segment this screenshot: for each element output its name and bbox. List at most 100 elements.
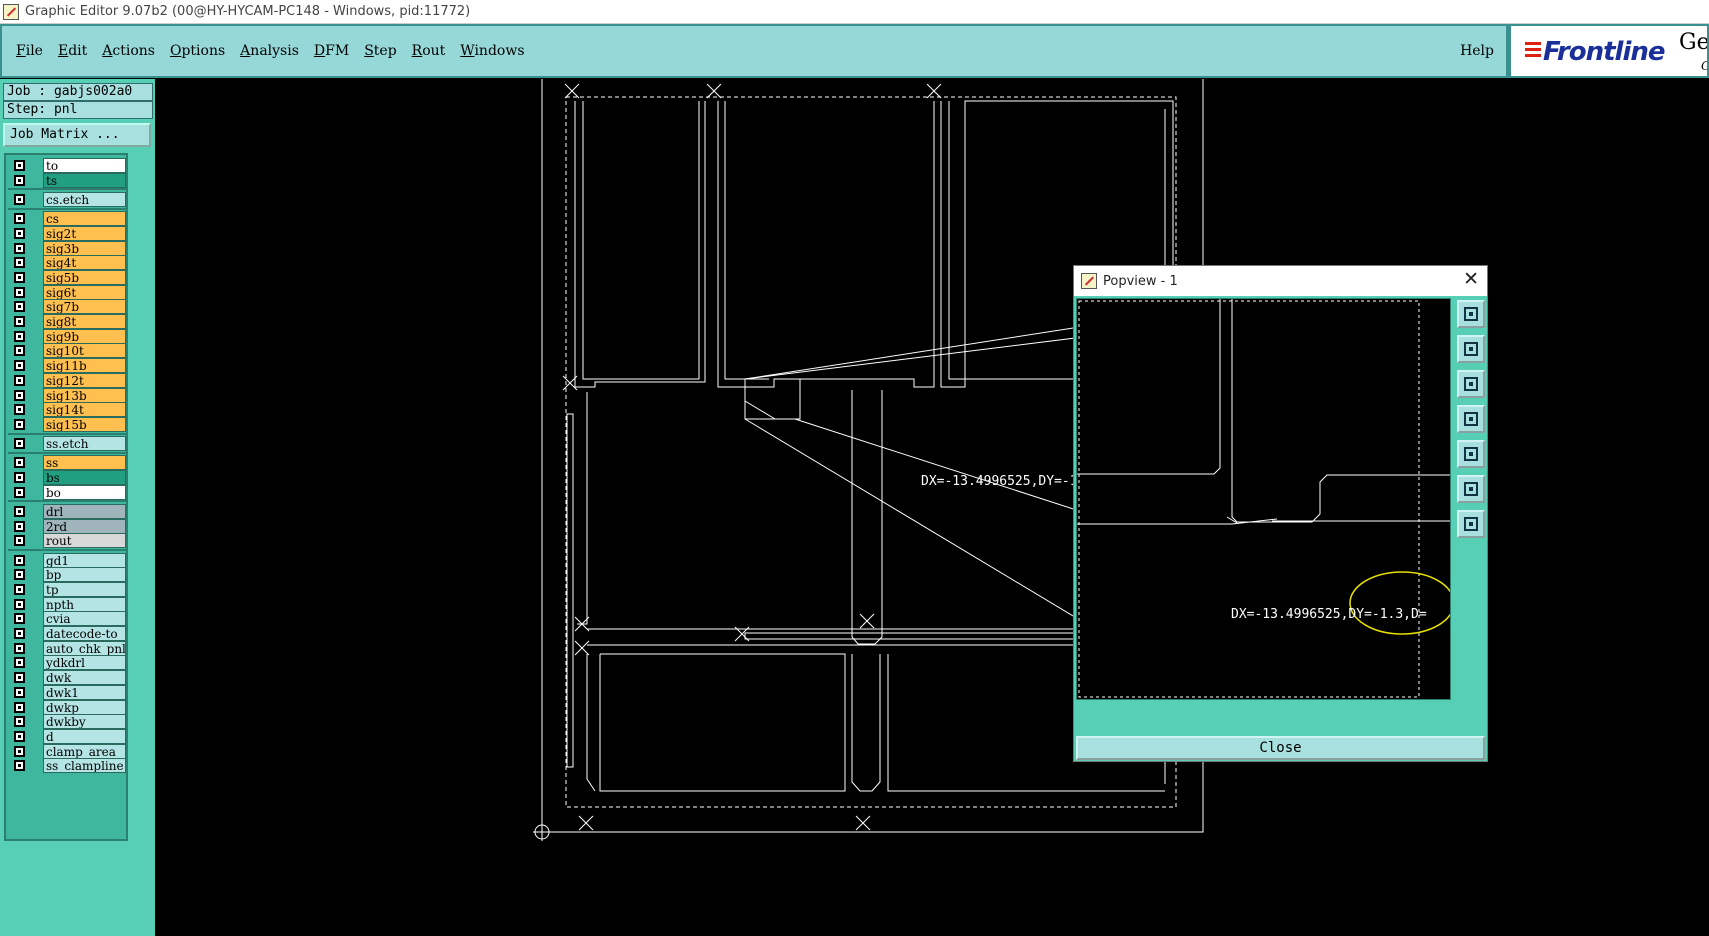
layer-checkbox[interactable] <box>14 760 25 772</box>
pan-down-button[interactable] <box>1457 370 1485 398</box>
layer-name[interactable]: sig7b <box>43 299 126 315</box>
menu-step[interactable]: Step <box>364 43 396 59</box>
layer-checkbox[interactable] <box>14 730 25 742</box>
layer-checkbox[interactable] <box>14 701 25 713</box>
layer-name[interactable]: sig3b <box>43 240 126 256</box>
layer-row-ydkdrl[interactable]: ydkdrl <box>8 655 126 671</box>
layer-checkbox[interactable] <box>14 193 25 205</box>
menu-windows[interactable]: Windows <box>460 43 524 59</box>
layer-row-clamp_area[interactable]: clamp_area <box>8 743 126 759</box>
menu-dfm[interactable]: DFM <box>314 43 349 59</box>
layer-checkbox[interactable] <box>14 271 25 283</box>
close-icon[interactable]: ✕ <box>1463 268 1479 290</box>
layer-name[interactable]: sig9b <box>43 328 126 344</box>
layer-name[interactable]: cvia <box>43 611 126 627</box>
layer-checkbox[interactable] <box>14 213 25 225</box>
layer-row-auto_chk_pnl[interactable]: auto_chk_pnl <box>8 640 126 656</box>
layer-name[interactable]: auto_chk_pnl <box>43 640 126 656</box>
layer-row-2rd[interactable]: 2rd <box>8 518 126 534</box>
menu-file[interactable]: File <box>16 43 43 59</box>
layer-name[interactable]: rout <box>43 533 126 549</box>
layer-checkbox[interactable] <box>14 457 25 469</box>
layer-checkbox[interactable] <box>14 745 25 757</box>
popview-canvas[interactable]: DX=-13.4996525,DY=-1.3,D= <box>1076 298 1451 700</box>
menu-edit[interactable]: Edit <box>58 43 87 59</box>
pan-right-button[interactable] <box>1457 440 1485 468</box>
layer-row-sig5b[interactable]: sig5b <box>8 269 126 285</box>
layer-row-tp[interactable]: tp <box>8 581 126 597</box>
layer-checkbox[interactable] <box>14 486 25 498</box>
popview-close-button[interactable]: Close <box>1076 736 1485 760</box>
layer-name[interactable]: tp <box>43 581 126 597</box>
layer-row-bs[interactable]: bs <box>8 470 126 485</box>
layer-row-npth[interactable]: npth <box>8 596 126 612</box>
layer-name[interactable]: sig6t <box>43 284 126 300</box>
layer-row-to[interactable]: to <box>8 158 126 173</box>
layer-checkbox[interactable] <box>14 301 25 313</box>
layer-checkbox[interactable] <box>14 316 25 327</box>
pan-up-button[interactable] <box>1457 335 1485 363</box>
layer-name[interactable]: dwk1 <box>43 684 126 700</box>
layer-checkbox[interactable] <box>14 257 25 269</box>
layer-row-sig10t[interactable]: sig10t <box>8 343 126 359</box>
layer-name[interactable]: sig11b <box>43 358 126 374</box>
layer-name[interactable]: to <box>43 158 126 173</box>
layer-checkbox[interactable] <box>14 360 25 372</box>
layer-row-sig4t[interactable]: sig4t <box>8 255 126 271</box>
layer-name[interactable]: ss <box>43 455 126 471</box>
layer-checkbox[interactable] <box>14 686 25 698</box>
layer-row-datecode-to[interactable]: datecode-to <box>8 626 126 641</box>
layer-name[interactable]: sig15b <box>43 416 126 432</box>
layer-row-sig13b[interactable]: sig13b <box>8 387 126 403</box>
layer-name[interactable]: bs <box>43 470 126 485</box>
layer-checkbox[interactable] <box>14 330 25 342</box>
layer-name[interactable]: ts <box>43 172 126 188</box>
layer-checkbox[interactable] <box>14 242 25 254</box>
layer-name[interactable]: bp <box>43 567 126 583</box>
layer-name[interactable]: clamp_area <box>43 743 126 759</box>
layer-name[interactable]: ss_clampline <box>43 758 126 774</box>
layer-name[interactable]: ss.etch <box>43 436 126 452</box>
layer-checkbox[interactable] <box>14 438 25 450</box>
layer-name[interactable]: d <box>43 728 126 744</box>
menu-analysis[interactable]: Analysis <box>240 43 299 59</box>
layer-checkbox[interactable] <box>14 554 25 566</box>
layer-name[interactable]: datecode-to <box>43 626 126 641</box>
layer-checkbox[interactable] <box>14 569 25 581</box>
menu-options[interactable]: Options <box>170 43 225 59</box>
layer-checkbox[interactable] <box>14 418 25 430</box>
layer-checkbox[interactable] <box>14 598 25 610</box>
zoom-out-button[interactable] <box>1457 475 1485 503</box>
layer-name[interactable]: sig2t <box>43 225 126 241</box>
layer-row-sig6t[interactable]: sig6t <box>8 284 126 300</box>
layer-row-ss_clampline[interactable]: ss_clampline <box>8 758 126 774</box>
layer-row-dwkby[interactable]: dwkby <box>8 714 126 730</box>
pan-left-button[interactable] <box>1457 405 1485 433</box>
layer-checkbox[interactable] <box>14 505 25 517</box>
layer-checkbox[interactable] <box>14 174 25 186</box>
layer-name[interactable]: sig14t <box>43 402 126 418</box>
zoom-in-button[interactable] <box>1457 510 1485 538</box>
layer-name[interactable]: cs <box>43 211 126 227</box>
layer-checkbox[interactable] <box>14 389 25 401</box>
layer-name[interactable]: sig12t <box>43 372 126 388</box>
layer-name[interactable]: dwk <box>43 670 126 686</box>
layer-row-sig15b[interactable]: sig15b <box>8 416 126 432</box>
layer-name[interactable]: sig8t <box>43 314 126 329</box>
layer-checkbox[interactable] <box>14 535 25 547</box>
layer-row-dwk1[interactable]: dwk1 <box>8 684 126 700</box>
layer-row-gd1[interactable]: gd1 <box>8 552 126 568</box>
layer-checkbox[interactable] <box>14 657 25 669</box>
layer-checkbox[interactable] <box>14 374 25 386</box>
layer-row-sig8t[interactable]: sig8t <box>8 314 126 329</box>
layer-row-sig3b[interactable]: sig3b <box>8 240 126 256</box>
layer-name[interactable]: dwkp <box>43 699 126 715</box>
layer-checkbox[interactable] <box>14 345 25 357</box>
layer-name[interactable]: bo <box>43 484 126 500</box>
job-matrix-button[interactable]: Job Matrix ... <box>3 123 151 147</box>
layer-checkbox[interactable] <box>14 642 25 654</box>
layer-name[interactable]: ydkdrl <box>43 655 126 671</box>
layer-row-cvia[interactable]: cvia <box>8 611 126 627</box>
layer-row-sig7b[interactable]: sig7b <box>8 299 126 315</box>
menu-help[interactable]: Help <box>1460 43 1494 59</box>
